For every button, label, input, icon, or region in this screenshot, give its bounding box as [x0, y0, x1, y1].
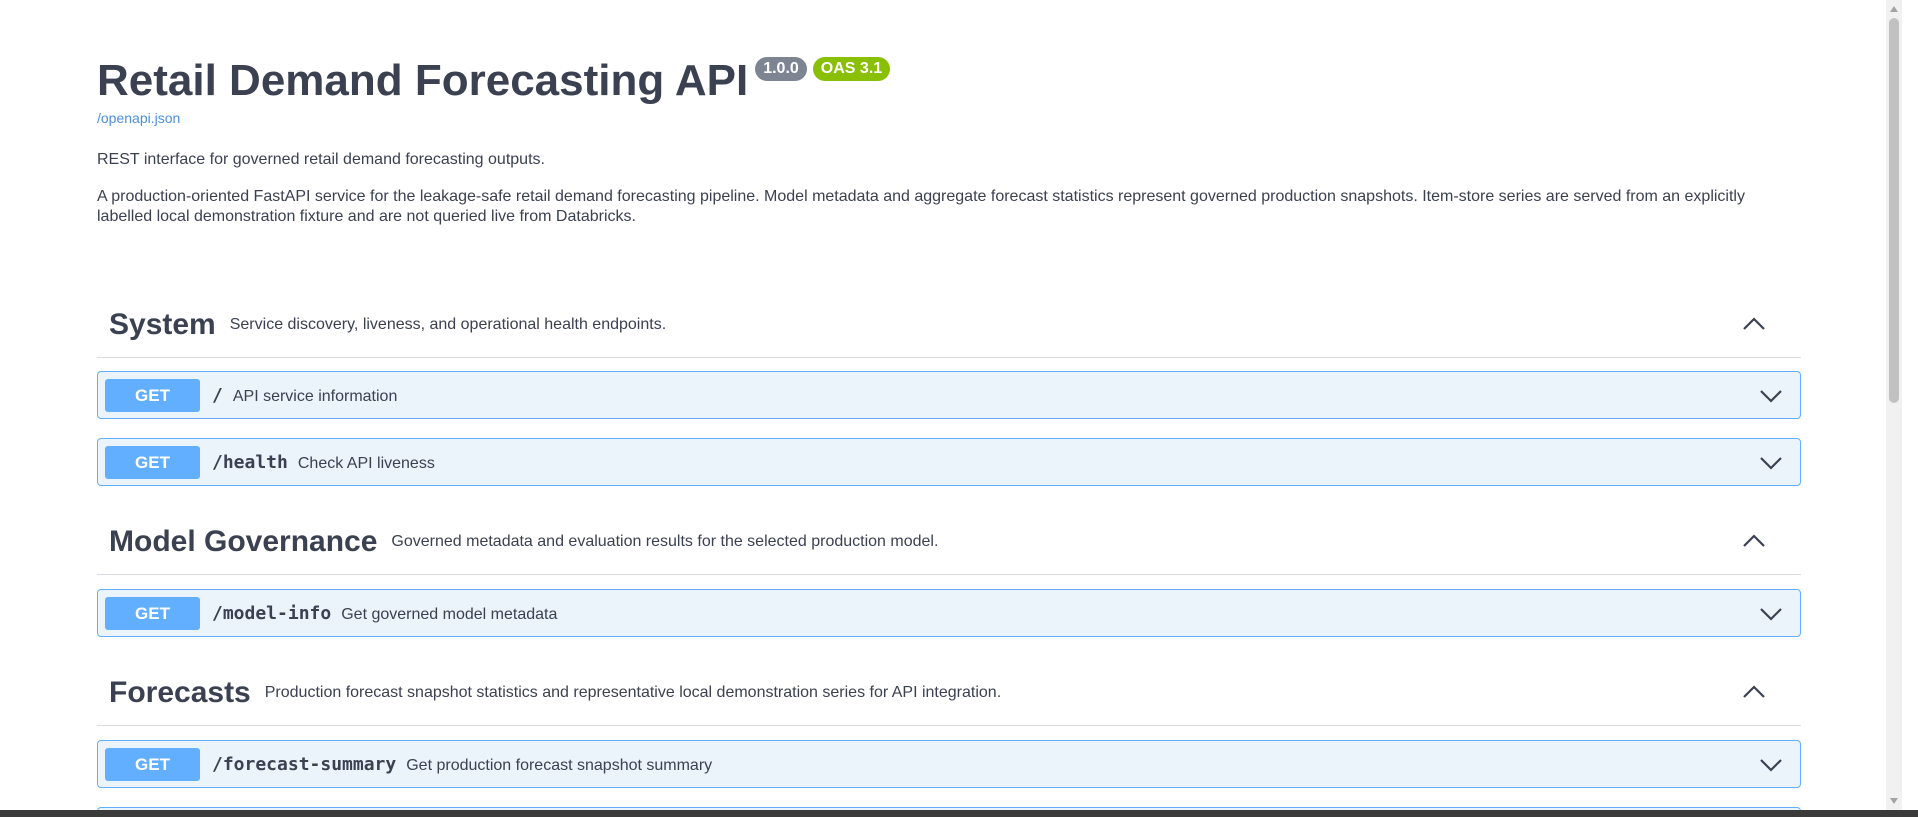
vertical-scrollbar[interactable]	[1886, 0, 1902, 810]
chevron-up-icon[interactable]	[1741, 682, 1767, 702]
method-badge: GET	[105, 748, 200, 781]
section-system-header[interactable]: System Service discovery, liveness, and …	[97, 292, 1801, 358]
method-badge: GET	[105, 379, 200, 412]
scrollbar-thumb[interactable]	[1889, 18, 1899, 403]
operation-summary: Check API liveness	[297, 455, 435, 472]
operation-path: /health Check API liveness	[212, 439, 435, 485]
section-description: Service discovery, liveness, and operati…	[229, 315, 667, 333]
path-text: /forecast-summary	[212, 754, 397, 775]
method-badge: GET	[105, 597, 200, 630]
swagger-page: Retail Demand Forecasting API 1.0.0 OAS …	[0, 0, 1902, 810]
openapi-json-link[interactable]: /openapi.json	[97, 110, 180, 126]
api-description-long: A production-oriented FastAPI service fo…	[97, 188, 1745, 225]
chevron-down-icon[interactable]	[1758, 755, 1784, 775]
chevron-down-icon[interactable]	[1758, 604, 1784, 624]
oas-badge: OAS 3.1	[812, 57, 891, 81]
scroll-down-arrow-icon[interactable]	[1890, 798, 1898, 804]
scroll-up-arrow-icon[interactable]	[1890, 6, 1898, 12]
path-text: /model-info	[212, 603, 332, 624]
operation-path: /model-info Get governed model metadata	[212, 590, 557, 636]
section-forecasts-header[interactable]: Forecasts Production forecast snapshot s…	[97, 660, 1801, 726]
section-name: Model Governance	[109, 524, 378, 558]
operation-summary: Get governed model metadata	[341, 606, 558, 623]
page-title: Retail Demand Forecasting API	[97, 56, 749, 105]
path-text: /health	[212, 452, 288, 473]
title-row: Retail Demand Forecasting API 1.0.0 OAS …	[97, 54, 891, 108]
section-name: Forecasts	[109, 675, 251, 709]
chevron-up-icon[interactable]	[1741, 314, 1767, 334]
path-text: /	[212, 385, 223, 406]
operation-path: /forecast-summary Get production forecast…	[212, 741, 712, 787]
section-model-governance-header[interactable]: Model Governance Governed metadata and e…	[97, 509, 1801, 575]
chevron-down-icon[interactable]	[1758, 453, 1784, 473]
operation-summary: Get production forecast snapshot summary	[406, 757, 713, 774]
operation-get-model-info[interactable]: GET /model-info Get governed model metada…	[97, 589, 1801, 637]
api-description-short: REST interface for governed retail deman…	[97, 151, 545, 168]
operation-summary: API service information	[232, 388, 398, 405]
operation-get-forecast-summary[interactable]: GET /forecast-summary Get production fore…	[97, 740, 1801, 788]
method-badge: GET	[105, 446, 200, 479]
section-description: Governed metadata and evaluation results…	[391, 532, 939, 550]
chevron-up-icon[interactable]	[1741, 531, 1767, 551]
section-description: Production forecast snapshot statistics …	[264, 683, 1002, 701]
chevron-down-icon[interactable]	[1758, 386, 1784, 406]
version-badge: 1.0.0	[755, 57, 807, 81]
operation-get-health[interactable]: GET /health Check API liveness	[97, 438, 1801, 486]
operation-path: / API service information	[212, 372, 397, 418]
operation-get-root[interactable]: GET / API service information	[97, 371, 1801, 419]
window-bottom-edge	[0, 810, 1918, 817]
section-name: System	[109, 307, 216, 341]
